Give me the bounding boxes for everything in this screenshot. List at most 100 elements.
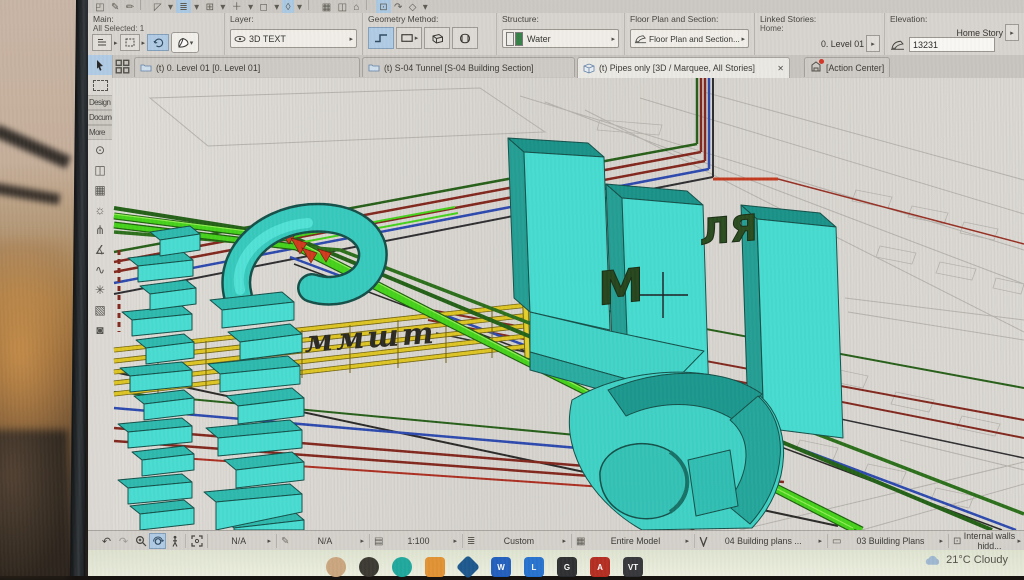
object-tool[interactable]: ⋔ [88,220,112,240]
dropdown-arrow-icon[interactable]: ▸ [114,39,118,47]
taskbar-app-icon[interactable]: G [557,557,577,577]
dropdown-arrow-icon[interactable]: ▸ [142,39,146,47]
home-label: Home: [760,24,879,33]
tab-s04-tunnel[interactable]: (t) S-04 Tunnel [S-04 Building Section] [362,57,575,77]
tab-pipes-only[interactable]: (t) Pipes only [3D / Marquee, All Storie… [577,57,790,78]
rotate-mode-button[interactable] [147,34,169,51]
toolbox-group-design[interactable]: Design [88,95,112,110]
walk-icon [170,535,180,548]
scale-selector[interactable]: ▤1:100▸ [372,533,460,549]
toolbar-icon[interactable]: ▾ [165,0,176,14]
lamp-icon: ☼ [95,203,106,217]
geometry-spatial-button[interactable] [452,27,478,49]
fit-in-window-button[interactable] [188,533,205,549]
settings-dialog-button[interactable] [92,34,112,51]
toolbar-icon[interactable]: ▾ [217,0,228,14]
toolbar-icon[interactable]: ✎ [108,0,123,14]
zoom-in-button[interactable] [132,533,149,549]
morph-shape-button[interactable]: ▾ [171,32,199,53]
home-story-select-button[interactable]: ▸ [866,35,880,52]
taskbar-weather[interactable]: 21°C Cloudy [924,554,1008,566]
renovation-filter-selector[interactable]: ⊡Internal walls hidd...▸ [951,533,1024,549]
layer-combination-selector[interactable]: ≣Custom▸ [465,533,569,549]
toolbar-icon[interactable]: ↷ [391,0,406,14]
top-toolbar: ◰✎✏◸▾≣▾⊞▾＋▾◻▾◊▾▦◫⌂⊡↷◇▾ [88,0,1024,14]
forward-icon: ↷ [119,535,128,548]
toolbar-icon[interactable]: ⊞ [202,0,217,14]
toolbar-icon[interactable]: ◸ [151,0,165,14]
viewport-3d[interactable]: М ЛЯ ммшт [112,78,1024,530]
taskbar-app-icon[interactable]: L [524,557,544,577]
dropdown-arrow-icon[interactable]: ▾ [190,39,194,47]
hotspot-tool[interactable]: ⊙ [88,140,112,160]
floorplan-label: Floor Plan and Section: [630,14,749,24]
toolbar-icon[interactable]: ▾ [191,0,202,14]
walk-button[interactable] [166,533,183,549]
toolbar-icon[interactable]: ▾ [294,0,305,14]
floorplan-value: Floor Plan and Section... [649,34,741,44]
toolbar-icon[interactable]: ⊡ [376,0,391,14]
toolbar-icon[interactable]: ＋ [229,0,245,14]
toolbar-icon[interactable]: ▾ [271,0,282,14]
structure-dropdown[interactable]: Water ▸ [502,29,619,48]
forward-button[interactable]: ↷ [115,533,132,549]
geometry-rectangle-button[interactable]: ▸ [396,27,422,49]
pen-set-selector[interactable]: 04 Building plans ...▸ [697,533,825,549]
dimension-tool[interactable]: ∡ [88,240,112,260]
toolbox-group-document[interactable]: Documen [88,110,112,125]
toolbar-icon[interactable]: ≣ [176,0,191,14]
elevation-mode-button[interactable]: ▸ [1005,24,1019,41]
hotspot-icon: ⊙ [95,143,105,157]
spline-tool[interactable]: ∿ [88,260,112,280]
figure-tool[interactable]: ▧ [88,300,112,320]
lamp-tool[interactable]: ☼ [88,200,112,220]
layer-dropdown[interactable]: 3D TEXT ▸ [230,29,357,48]
quad-view-button[interactable] [115,59,131,75]
viewport-3d-scene[interactable]: М ЛЯ ммшт [112,78,1024,530]
toolbar-icon[interactable]: ▾ [245,0,256,14]
favorites-button[interactable] [120,34,140,51]
taskbar-app-icon[interactable]: VT [623,557,643,577]
taskbar-app-icon[interactable] [326,557,346,577]
door-tool[interactable]: ◫ [88,160,112,180]
pen-set-value: 04 Building plans ... [708,536,818,546]
taskbar-app-icon[interactable] [456,555,480,579]
toolbar-icon[interactable]: ◰ [92,0,108,14]
nav-field-2[interactable]: ✎N/A▸ [279,533,367,549]
marquee-tool[interactable] [88,75,112,95]
toolbar-icon[interactable]: ✏ [123,0,138,14]
taskbar-app-icon[interactable] [425,557,445,577]
toolbar-icon[interactable]: ⌂ [350,0,362,14]
toolbar-icon[interactable]: ◊ [282,0,293,14]
toolbox-group-more[interactable]: More [88,125,112,140]
structure-swatch-green [515,32,523,46]
taskbar-app-icon[interactable]: A [590,557,610,577]
tab-level-01[interactable]: (t) 0. Level 01 [0. Level 01] [134,57,360,77]
dropdown-arrow-icon: ▸ [939,537,946,545]
model-filter-selector[interactable]: ▦Entire Model▸ [574,533,692,549]
taskbar-app-icon[interactable]: W [491,557,511,577]
curtain-wall-tool[interactable]: ▦ [88,180,112,200]
toolbar-icon[interactable]: ▾ [420,0,431,14]
geometry-polyline-button[interactable] [368,27,394,49]
camera-tool[interactable]: ◙ [88,320,112,340]
floorplan-dropdown[interactable]: Floor Plan and Section... ▸ [630,29,749,48]
tab-action-center[interactable]: [Action Center] [804,57,890,77]
elevation-input[interactable] [909,37,995,52]
figure-icon: ▧ [94,303,105,317]
hotspot2-tool[interactable]: ✳ [88,280,112,300]
tab-close-icon[interactable]: ✕ [773,64,784,73]
geometry-box-button[interactable] [424,27,450,49]
toolbar-icon[interactable]: ◫ [334,0,350,14]
taskbar-app-icon[interactable] [359,557,379,577]
tab-label: (t) 0. Level 01 [0. Level 01] [156,63,260,73]
toolbar-icon[interactable]: ◻ [256,0,271,14]
arrow-tool[interactable] [88,55,112,75]
toolbar-icon[interactable]: ◇ [406,0,420,14]
taskbar-app-icon[interactable] [392,557,412,577]
nav-field-1[interactable]: N/A▸ [210,533,274,549]
layout-selector[interactable]: ▭03 Building Plans▸ [830,533,946,549]
orbit-button[interactable] [149,533,166,549]
toolbar-icon[interactable]: ▦ [319,0,335,14]
back-button[interactable]: ↶ [98,533,115,549]
